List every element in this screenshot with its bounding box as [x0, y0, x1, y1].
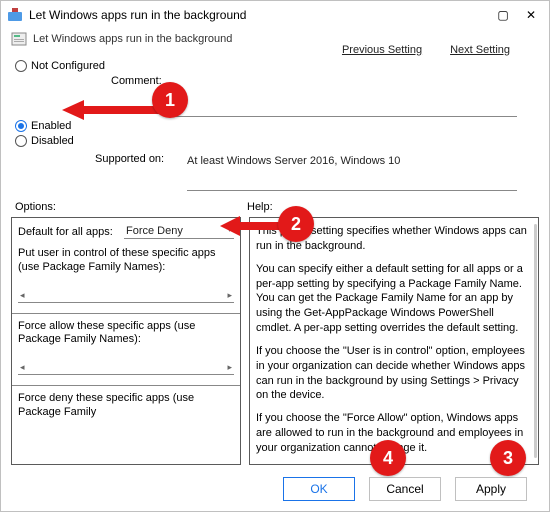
supported-on-label: Supported on:: [95, 153, 187, 165]
help-panel: This policy setting specifies whether Wi…: [249, 217, 539, 465]
apply-button[interactable]: Apply: [455, 477, 527, 501]
window-title: Let Windows apps run in the background: [29, 8, 487, 22]
help-heading: Help:: [247, 201, 273, 213]
app-icon: [7, 7, 23, 23]
gpo-dialog: Let Windows apps run in the background ▢…: [0, 0, 550, 512]
supported-on-value: At least Windows Server 2016, Windows 10: [187, 155, 400, 167]
comment-field[interactable]: [175, 75, 517, 117]
radio-not-configured[interactable]: Not Configured: [15, 60, 535, 72]
radio-enabled[interactable]: Enabled: [15, 120, 535, 132]
radio-label: Enabled: [31, 120, 71, 132]
help-text: You can specify either a default setting…: [256, 262, 532, 336]
radio-disabled[interactable]: Disabled: [15, 135, 535, 147]
supported-on-field: At least Windows Server 2016, Windows 10: [187, 153, 517, 191]
ok-button[interactable]: OK: [283, 477, 355, 501]
close-button[interactable]: ✕: [519, 4, 543, 26]
force-deny-label: Force deny these specific apps (use Pack…: [12, 386, 240, 420]
nav-links: Previous Setting Next Setting: [342, 44, 510, 56]
next-setting-link[interactable]: Next Setting: [450, 44, 510, 56]
put-user-control-field[interactable]: ◂ ▸: [18, 283, 234, 303]
force-allow-field[interactable]: ◂ ▸: [18, 355, 234, 375]
help-text: This policy setting specifies whether Wi…: [256, 224, 532, 254]
select-value: Force Deny: [126, 225, 183, 237]
options-panel: Default for all apps: Force Deny Put use…: [11, 217, 241, 465]
help-text: If you choose the "User is in control" o…: [256, 344, 532, 403]
policy-icon: [11, 31, 27, 47]
radio-icon: [15, 120, 27, 132]
chevron-right-icon[interactable]: ▸: [227, 290, 232, 301]
button-bar: OK Cancel Apply: [1, 469, 549, 511]
comment-label: Comment:: [111, 75, 175, 87]
chevron-left-icon[interactable]: ◂: [20, 290, 25, 301]
chevron-left-icon[interactable]: ◂: [20, 362, 25, 373]
options-heading: Options:: [15, 201, 247, 213]
radio-icon: [15, 60, 27, 72]
maximize-button[interactable]: ▢: [491, 4, 515, 26]
default-for-all-apps-label: Default for all apps:: [18, 226, 124, 238]
titlebar: Let Windows apps run in the background ▢…: [1, 1, 549, 29]
radio-icon: [15, 135, 27, 147]
cancel-button[interactable]: Cancel: [369, 477, 441, 501]
help-text: If you choose the "Force Allow" option, …: [256, 411, 532, 456]
default-for-all-apps-select[interactable]: Force Deny: [124, 224, 234, 239]
radio-label: Disabled: [31, 135, 74, 147]
previous-setting-link[interactable]: Previous Setting: [342, 44, 422, 56]
chevron-right-icon[interactable]: ▸: [227, 362, 232, 373]
put-user-control-label: Put user in control of these specific ap…: [12, 241, 240, 275]
scrollbar[interactable]: [534, 224, 537, 458]
force-allow-label: Force allow these specific apps (use Pac…: [12, 314, 240, 348]
radio-label: Not Configured: [31, 60, 105, 72]
